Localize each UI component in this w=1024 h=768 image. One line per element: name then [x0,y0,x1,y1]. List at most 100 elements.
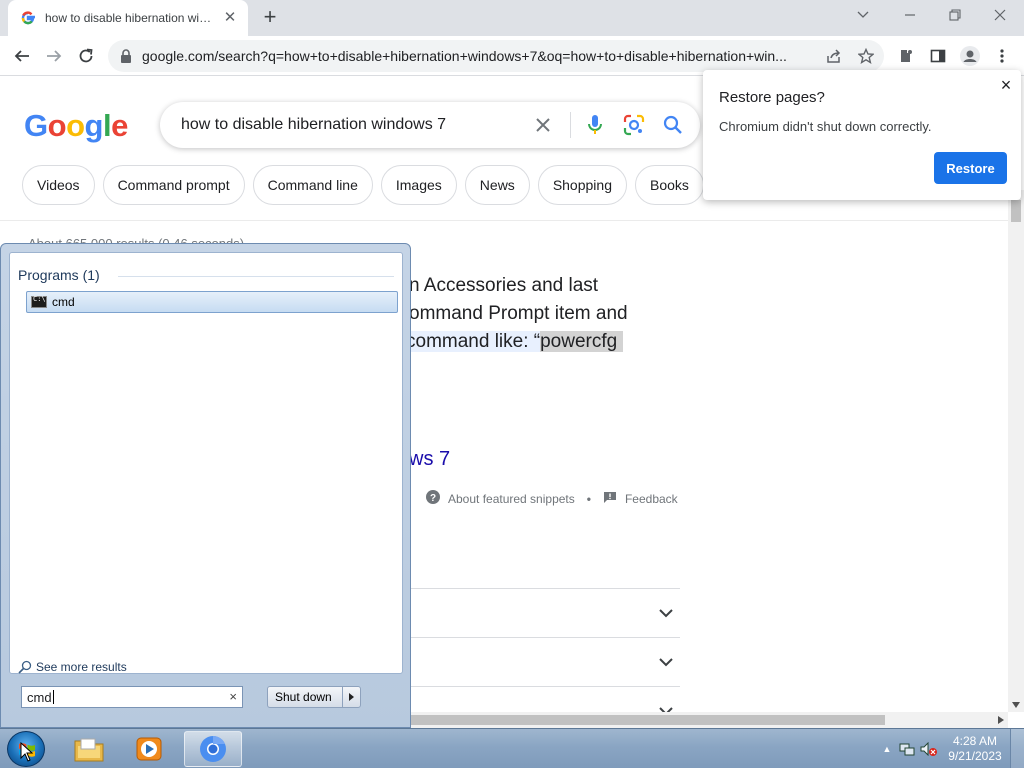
snippet-line-1: n Accessories and last [409,275,599,296]
feedback-icon [603,491,617,507]
clear-search-icon[interactable] [531,113,555,137]
search-filter-chips: Videos Command prompt Command line Image… [22,165,704,205]
chip-books[interactable]: Books [634,165,704,205]
taskbar-chromium[interactable] [184,731,242,767]
search-query[interactable]: how to disable hibernation windows 7 [181,116,531,134]
chip-videos[interactable]: Videos [22,165,95,205]
network-icon[interactable] [896,742,918,756]
clock-time: 4:28 AM [952,734,998,748]
search-divider [570,112,571,138]
restore-pages-dialog: Restore pages? Chromium didn't shut down… [703,70,1021,200]
featured-result-title-link[interactable]: ws 7 [409,448,450,471]
reload-icon [79,48,93,63]
start-menu: Programs (1) cmd See more results cmd × … [0,243,411,728]
profile-avatar-icon[interactable] [960,46,980,66]
chevron-down-icon [659,609,673,618]
close-icon[interactable]: × [997,76,1015,94]
see-more-results-link[interactable]: See more results [18,660,127,674]
chromium-icon [200,736,226,762]
taskbar-file-explorer[interactable] [60,731,118,767]
side-panel-icon[interactable] [928,46,948,66]
shut-down-button[interactable]: Shut down [267,686,361,708]
back-button[interactable] [8,42,36,70]
google-logo[interactable]: Google [24,108,128,144]
media-player-icon [136,737,162,761]
volume-muted-icon[interactable] [918,742,940,756]
system-clock[interactable]: 4:28 AM 9/21/2023 [940,734,1010,764]
browser-menu-icon[interactable] [992,46,1012,66]
url-text: google.com/search?q=how+to+disable+hiber… [142,48,787,64]
address-bar[interactable]: google.com/search?q=how+to+disable+hiber… [108,40,884,72]
start-search-value[interactable]: cmd [27,690,52,705]
snippet-highlight: powercfg [540,331,618,352]
restore-window-button[interactable] [937,4,973,28]
shut-down-label: Shut down [275,690,332,704]
horizontal-scroll-thumb[interactable] [405,715,885,725]
bookmark-star-icon[interactable] [856,46,876,66]
shutdown-options-arrow-icon[interactable] [342,687,360,707]
forward-button[interactable] [40,42,68,70]
show-desktop-button[interactable] [1010,729,1024,768]
tab-close-icon[interactable]: ✕ [222,10,238,26]
see-more-label: See more results [36,660,127,674]
chip-command-line[interactable]: Command line [252,165,373,205]
tab-strip: how to disable hibernation windows 7 ✕ + [0,0,1024,36]
snippet-line-3: command like: “ [406,331,541,352]
taskbar: ▲ 4:28 AM 9/21/2023 [0,728,1024,768]
chip-images[interactable]: Images [380,165,457,205]
microphone-icon[interactable] [583,113,607,137]
clock-date: 9/21/2023 [948,749,1002,763]
google-lens-icon[interactable] [622,113,646,137]
new-tab-button[interactable]: + [258,6,282,30]
lock-icon[interactable] [120,49,134,63]
back-arrow-icon [14,50,29,62]
google-search-box[interactable]: how to disable hibernation windows 7 [160,102,700,148]
restore-dialog-title: Restore pages? [719,89,825,106]
command-prompt-icon [31,295,47,308]
tab-search-chevron-icon[interactable] [845,4,881,28]
minimize-button[interactable] [892,4,928,28]
chip-shopping[interactable]: Shopping [537,165,627,205]
section-divider [118,276,394,277]
programs-section-header: Programs (1) [18,267,100,283]
show-hidden-icons-arrow-icon[interactable]: ▲ [878,744,896,754]
help-circle-icon: ? [426,490,440,507]
chevron-down-icon [659,707,673,712]
restore-button[interactable]: Restore [934,152,1007,184]
google-favicon-icon [20,10,36,26]
scroll-down-arrow-icon [1012,702,1020,708]
start-menu-results-pane: Programs (1) cmd See more results [9,252,403,674]
text-caret [52,690,54,704]
browser-tab[interactable]: how to disable hibernation windows 7 ✕ [8,0,248,36]
chip-command-prompt[interactable]: Command prompt [102,165,245,205]
file-explorer-icon [74,738,104,762]
about-featured-snippets-link[interactable]: About featured snippets [448,492,575,506]
chevron-down-icon [659,658,673,667]
reload-button[interactable] [72,42,100,70]
vertical-scroll-thumb[interactable] [1011,200,1021,222]
program-result-label: cmd [52,295,75,309]
snippet-line-2: ommand Prompt item and [409,303,628,324]
search-icon [18,660,32,674]
program-result-cmd[interactable]: cmd [26,291,398,313]
meta-bullet: • [586,491,591,506]
clear-search-icon[interactable]: × [229,689,237,704]
chip-news[interactable]: News [464,165,530,205]
search-icon[interactable] [661,113,685,137]
forward-arrow-icon [47,50,62,62]
feedback-link[interactable]: Feedback [625,492,678,506]
system-tray: ▲ 4:28 AM 9/21/2023 [878,729,1024,768]
vertical-scrollbar[interactable] [1008,190,1024,712]
taskbar-media-player[interactable] [120,731,178,767]
share-icon[interactable] [824,46,844,66]
extensions-icon[interactable] [896,46,916,66]
restore-dialog-message: Chromium didn't shut down correctly. [719,119,932,134]
scroll-right-arrow-icon [998,716,1004,724]
mouse-cursor-icon [20,742,34,762]
header-divider [0,220,1008,221]
svg-text:?: ? [430,493,436,504]
tab-title: how to disable hibernation windows 7 [45,11,216,25]
snippet-meta: ? About featured snippets • Feedback [426,490,678,507]
close-window-button[interactable] [982,4,1018,28]
start-search-input[interactable]: cmd × [21,686,243,708]
